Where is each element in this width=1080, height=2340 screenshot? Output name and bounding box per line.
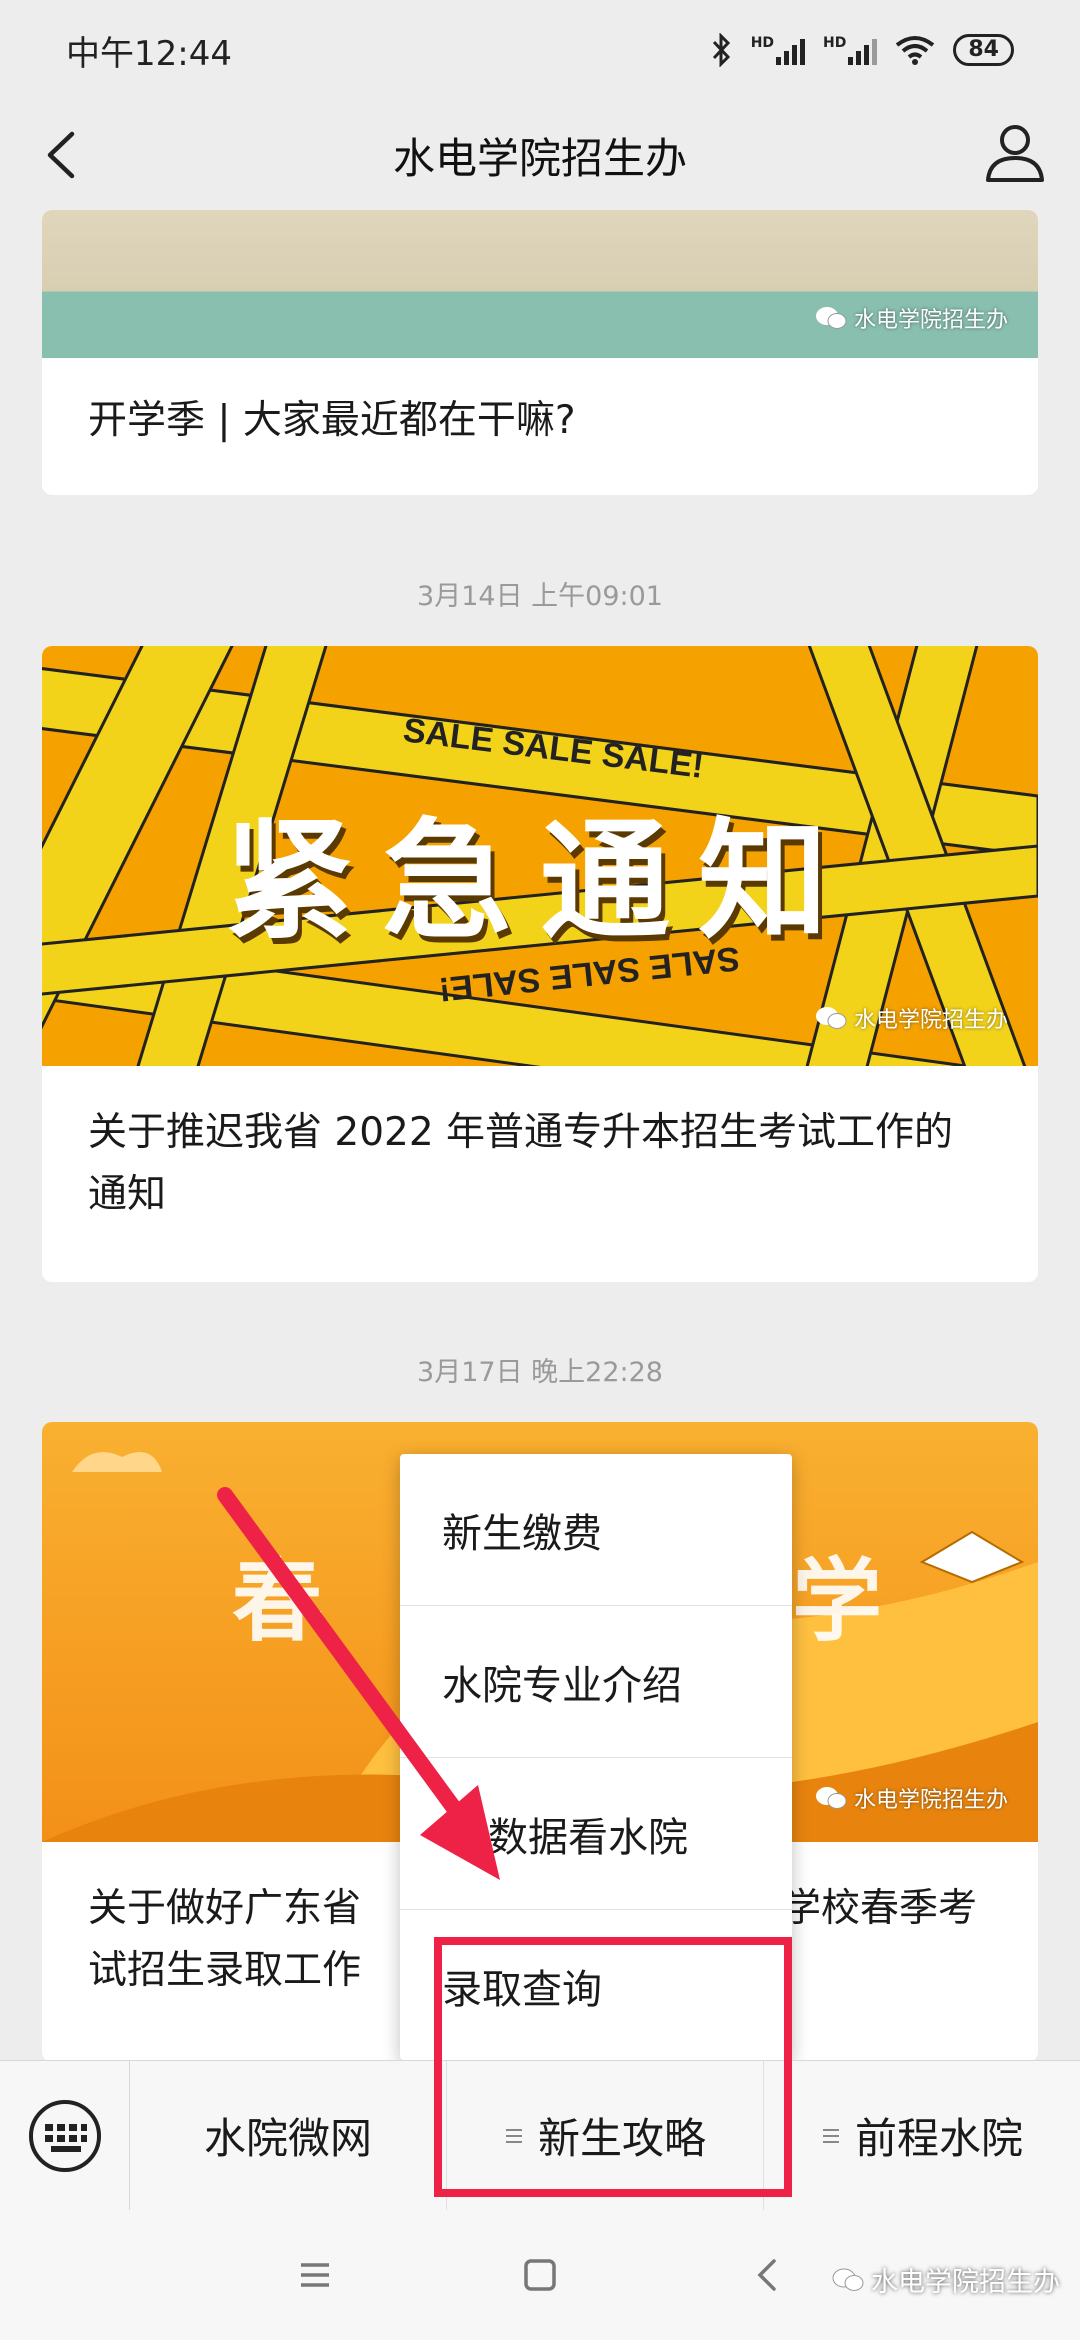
article-watermark-1: 水电学院招生办 (814, 302, 1008, 334)
wechat-icon (832, 2268, 864, 2291)
battery-indicator: 84 (953, 34, 1014, 66)
timestamp-2: 3月17日 晚上22:28 (417, 1357, 663, 1388)
article-title-2: 关于推迟我省 2022 年普通专升本招生考试工作的通知 (88, 1110, 954, 1217)
article-card-2[interactable]: SALE SALE SALE! SALE SALE SALE! 紧急通知 水电学… (42, 646, 1038, 1282)
timestamp-1: 3月14日 上午09:01 (417, 581, 663, 612)
wechat-icon (815, 1787, 847, 1809)
menu-tab-career[interactable]: 前程水院 (763, 2060, 1080, 2211)
wechat-icon (815, 1007, 847, 1029)
article-watermark-3: 水电学院招生办 (814, 1782, 1008, 1814)
recent-apps-icon[interactable] (285, 2245, 345, 2305)
system-back-icon[interactable] (738, 2245, 798, 2305)
status-time: 中午12:44 (66, 33, 232, 74)
profile-icon[interactable] (980, 118, 1050, 188)
article-title-3-left: 关于做好广东省 试招生录取工作 (88, 1886, 362, 1993)
menu-item-major-intro[interactable]: 水院专业介绍 (400, 1606, 792, 1758)
svg-text:春: 春 (232, 1552, 322, 1652)
menu-item-new-student-fees[interactable]: 新生缴费 (400, 1454, 792, 1606)
signal-icon-2: HD (823, 35, 878, 65)
signal-icon-1: HD (751, 35, 806, 65)
system-navigation-bar: 水电学院招生办 (0, 2210, 1080, 2340)
back-arrow-icon[interactable] (30, 122, 96, 188)
keyboard-icon (28, 2099, 101, 2172)
bottom-watermark: 水电学院招生办 (831, 2260, 1060, 2299)
status-icons: HD HD 84 (711, 33, 1014, 67)
bluetooth-icon (712, 33, 730, 67)
article-title-1: 开学季 | 大家最近都在干嘛? (88, 398, 576, 443)
banner-headline: 紧急通知 (223, 805, 856, 957)
keyboard-toggle-button[interactable] (0, 2060, 130, 2211)
menu-item-data-view[interactable]: 数据看水院 (400, 1758, 792, 1910)
nav-bar: 水电学院招生办 (0, 100, 1080, 210)
article-banner-2: SALE SALE SALE! SALE SALE SALE! 紧急通知 水电学… (42, 646, 1038, 1066)
annotation-highlight-box (434, 1937, 792, 2197)
article-watermark-2: 水电学院招生办 (814, 1002, 1008, 1034)
article-image-1: 水电学院招生办 (42, 210, 1038, 358)
svg-text:学: 学 (792, 1552, 882, 1652)
page-title: 水电学院招生办 (392, 133, 687, 183)
home-icon[interactable] (510, 2245, 570, 2305)
wechat-icon (815, 307, 847, 329)
article-title-3-right: 学校春季考 (782, 1886, 978, 1931)
status-bar: 中午12:44 HD HD 84 (0, 0, 1080, 100)
wifi-icon (896, 36, 935, 65)
article-card-1[interactable]: 水电学院招生办 开学季 | 大家最近都在干嘛? (42, 210, 1038, 495)
menu-lines-icon (822, 2128, 839, 2143)
menu-tab-micro-site[interactable]: 水院微网 (130, 2061, 446, 2211)
